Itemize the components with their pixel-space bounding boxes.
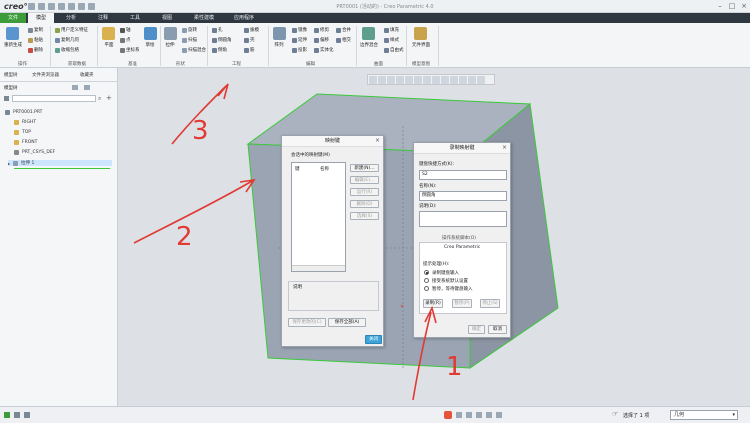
selection-filter-value: 几何: [674, 412, 685, 418]
navigator-toggle-icon[interactable]: [4, 412, 10, 418]
annotation-arrow-1: [412, 311, 432, 401]
annotation-number-2: 2: [176, 222, 193, 252]
selection-icon: ☞: [612, 410, 619, 418]
annotation-arrow-2: [133, 180, 253, 244]
selection-filter-dropdown[interactable]: 几何 ▾: [670, 410, 738, 420]
browser-toggle-icon[interactable]: [14, 412, 20, 418]
annotation-layer: [133, 83, 437, 401]
chevron-down-icon: ▾: [732, 412, 735, 418]
status-bar: ☞ 选择了 1 项 几何 ▾: [0, 406, 750, 423]
annotation-number-3: 3: [192, 116, 209, 146]
tray-icon[interactable]: [476, 412, 482, 418]
input-method-icon[interactable]: [444, 411, 452, 419]
tray-icon[interactable]: [456, 412, 462, 418]
selection-status: 选择了 1 项: [623, 413, 650, 419]
tray-icon[interactable]: [496, 412, 502, 418]
tray-icon[interactable]: [486, 412, 492, 418]
annotation-number-1: 1: [446, 352, 463, 382]
full-screen-icon[interactable]: [24, 412, 30, 418]
tray-icon[interactable]: [466, 412, 472, 418]
